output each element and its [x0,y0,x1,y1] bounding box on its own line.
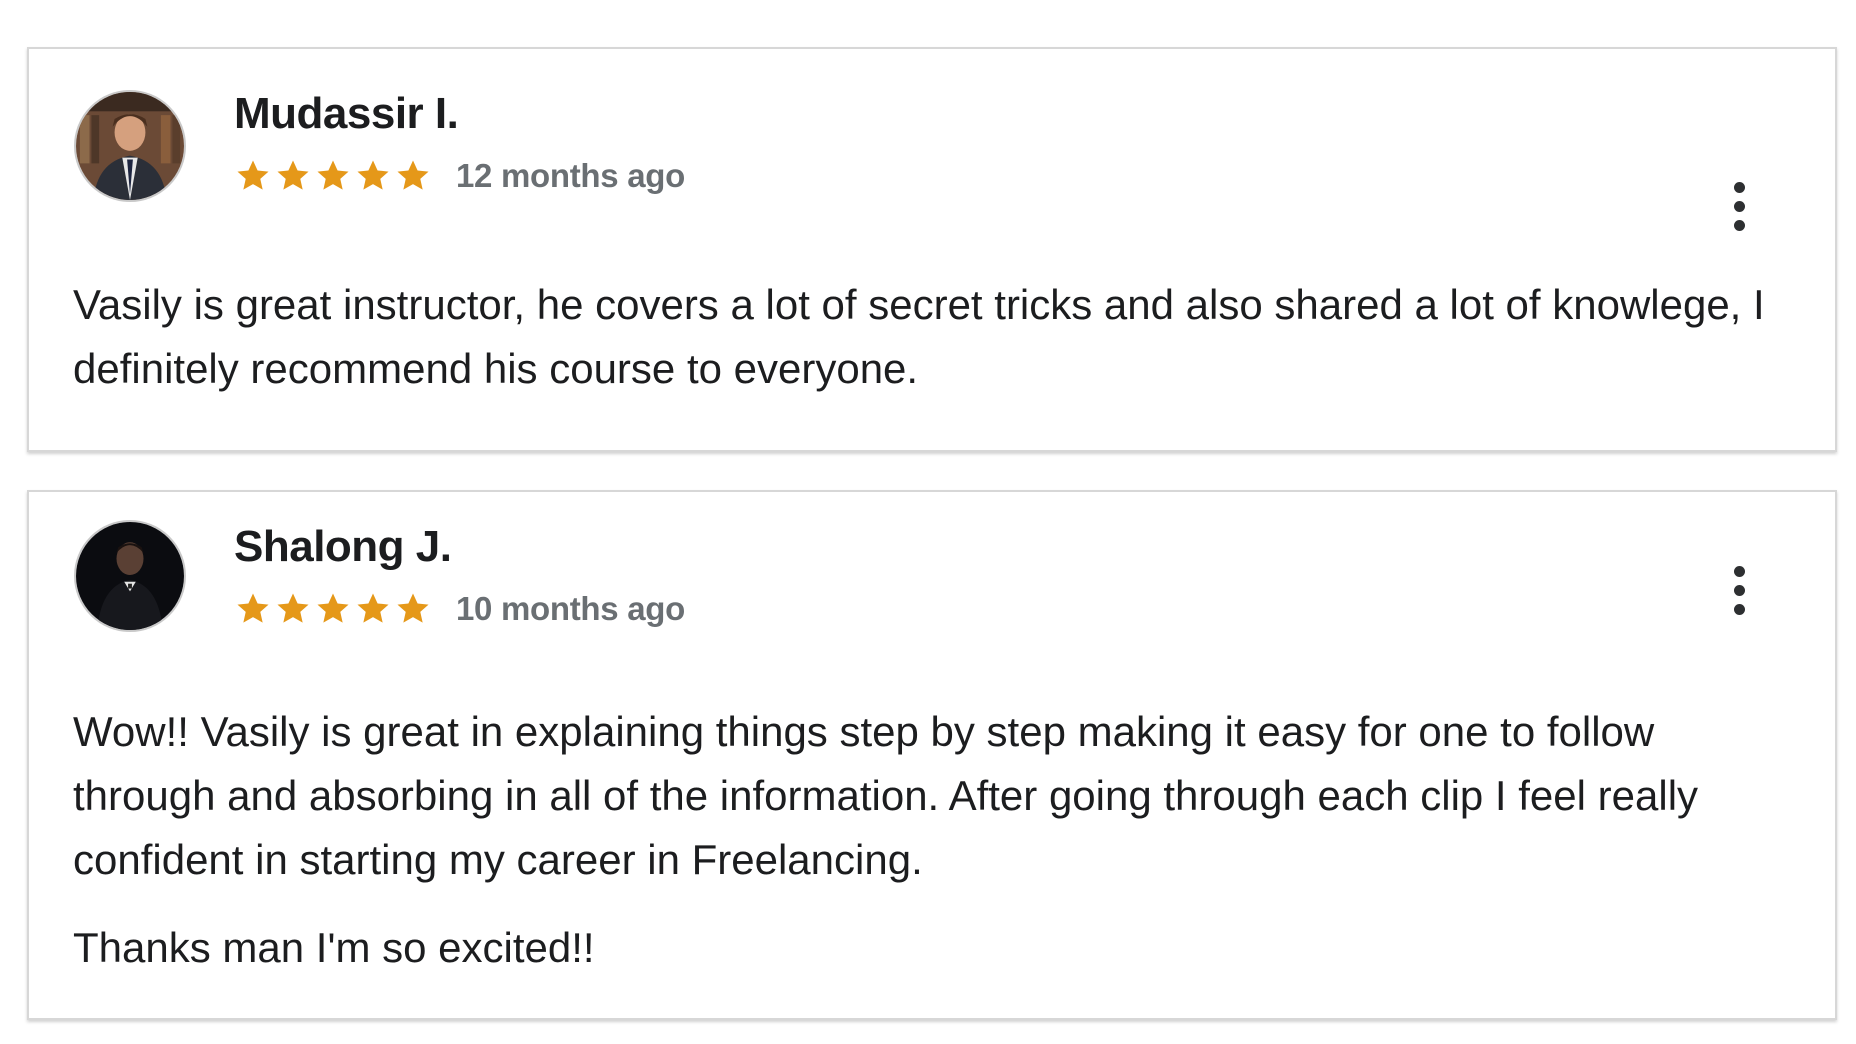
star-rating [234,157,432,195]
more-options-icon-dot [1733,200,1745,212]
star-icon [357,593,389,623]
avatar[interactable] [74,90,186,202]
more-options-icon-dot [1733,219,1745,231]
star-rating [234,590,432,628]
reviewer-name: Mudassir I. [234,89,459,138]
reviewer-name: Shalong J. [234,522,452,571]
avatar[interactable] [74,520,186,632]
star-icon [277,160,309,190]
star-icon [357,160,389,190]
more-options-icon-dot [1733,584,1745,596]
star-icon [397,593,429,623]
review-paragraph: Wow!! Vasily is great in explaining thin… [73,708,1699,883]
review-paragraph: Thanks man I'm so excited!! [73,924,595,971]
star-icon [237,160,269,190]
rating-row: 10 months ago [234,590,685,628]
review-list: Mudassir I. 12 months ago Vasily is grea… [0,0,1856,1044]
rating-row: 12 months ago [234,157,685,195]
more-options-icon [1733,565,1745,577]
more-options-button[interactable] [1719,174,1759,238]
avatar-photo [76,92,184,200]
avatar-photo [76,522,184,630]
star-icon [317,593,349,623]
more-options-icon-dot [1733,603,1745,615]
more-options-icon [1733,181,1745,193]
review-card: Shalong J. 10 months ago Wow!! Vasily is… [27,490,1837,1020]
review-paragraph: Vasily is great instructor, he covers a … [73,281,1765,392]
review-body: Wow!! Vasily is great in explaining thin… [73,700,1795,980]
review-card: Mudassir I. 12 months ago Vasily is grea… [27,47,1837,452]
star-icon [237,593,269,623]
star-icon [397,160,429,190]
review-time: 10 months ago [456,590,685,627]
more-options-button[interactable] [1719,558,1759,622]
star-icon [317,160,349,190]
review-body: Vasily is great instructor, he covers a … [73,273,1795,401]
star-icon [277,593,309,623]
review-time: 12 months ago [456,157,685,194]
